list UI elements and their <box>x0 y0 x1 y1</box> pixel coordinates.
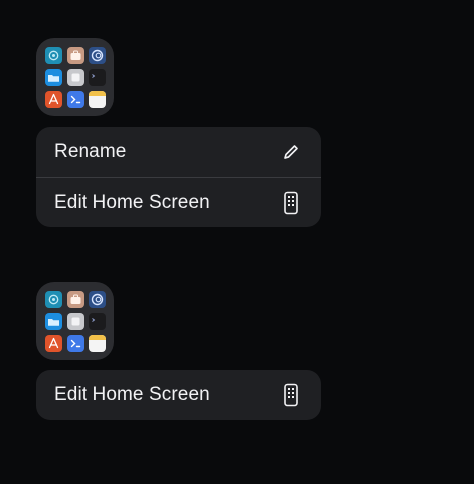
notes-icon <box>89 335 106 352</box>
notes-icon <box>89 91 106 108</box>
ai-assistant-icon <box>45 291 62 308</box>
spiral-icon <box>89 291 106 308</box>
phone-grid-icon <box>279 191 303 215</box>
menu-item-label: Rename <box>54 141 127 162</box>
phone-grid-icon <box>279 383 303 407</box>
context-menu: Rename Edit Home Screen <box>36 127 321 227</box>
folder-icon <box>45 313 62 330</box>
shortcut-app-icon <box>67 91 84 108</box>
square-app-icon <box>67 313 84 330</box>
terminal-icon <box>89 313 106 330</box>
ai-assistant-icon <box>45 47 62 64</box>
toolbox-icon <box>67 47 84 64</box>
pencil-icon <box>279 140 303 164</box>
folder-icon <box>45 69 62 86</box>
app-store-icon <box>45 91 62 108</box>
menu-item-label: Edit Home Screen <box>54 191 210 213</box>
app-store-icon <box>45 335 62 352</box>
spiral-icon <box>89 47 106 64</box>
edit-home-screen-menu-item[interactable]: Edit Home Screen <box>36 370 321 420</box>
rename-menu-item[interactable]: Rename <box>36 127 321 177</box>
terminal-icon <box>89 69 106 86</box>
menu-item-label: Edit Home Screen <box>54 384 210 405</box>
context-menu: Edit Home Screen <box>36 370 321 420</box>
folder-app-grid <box>45 47 106 108</box>
app-folder[interactable] <box>36 38 114 116</box>
edit-home-screen-menu-item[interactable]: Edit Home Screen <box>36 177 321 227</box>
app-folder[interactable] <box>36 282 114 360</box>
shortcut-app-icon <box>67 335 84 352</box>
toolbox-icon <box>67 291 84 308</box>
folder-app-grid <box>45 291 106 352</box>
square-app-icon <box>67 69 84 86</box>
